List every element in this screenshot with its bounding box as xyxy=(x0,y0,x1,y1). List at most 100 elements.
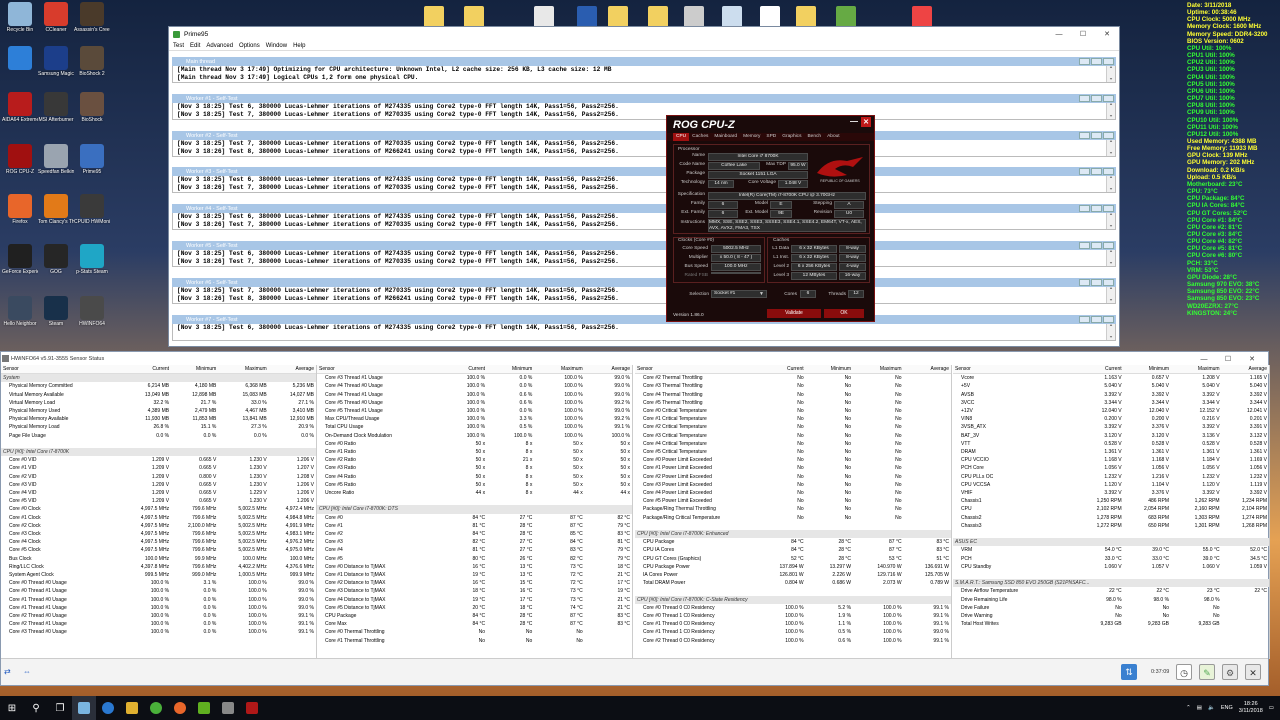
cpuz-taskbar-icon[interactable] xyxy=(240,696,264,720)
sensor-row[interactable]: Core #4 Clock 4,997.5 MHz 799.6 MHz 5,002.5… xyxy=(1,538,316,546)
sensor-row[interactable]: Vcore 1.163 V 0.657 V 1.208 V 1.165 V xyxy=(953,374,1269,383)
prime95-thread-window[interactable]: Worker #4 - Self-Test [Nov 3 18:25] Test … xyxy=(172,204,1116,230)
camera-icon[interactable] xyxy=(684,6,704,28)
sensor-row[interactable]: Core #2 Thermal Throttling No No No xyxy=(635,374,951,383)
sensor-row[interactable]: Core #0 Distance to TjMAX 16 °C 13 °C 73 °C… xyxy=(317,563,632,571)
sensor-row[interactable]: Package/Ring Critical Temperature No No No xyxy=(635,514,951,522)
sensor-row[interactable]: Ring/LLC Clock 4,397.8 MHz 799.6 MHz 4,402.… xyxy=(1,563,316,571)
sensor-row[interactable]: Core #4 Power Limit Exceeded No No No xyxy=(635,489,951,497)
sensor-row[interactable]: Core #0 Clock 4,997.5 MHz 799.6 MHz 5,002.5… xyxy=(1,505,316,513)
prime95-taskbar-icon[interactable] xyxy=(72,696,96,720)
scroll-up-icon[interactable]: ⌃ xyxy=(1109,66,1112,74)
menu-item[interactable]: Window xyxy=(266,43,287,49)
column-header[interactable]: Average xyxy=(1221,365,1269,375)
thread-titlebar[interactable]: Worker #7 - Self-Test xyxy=(172,315,1116,324)
scroll-down-icon[interactable]: ⌄ xyxy=(1109,112,1112,120)
close-button[interactable] xyxy=(1103,205,1114,212)
minimize-button[interactable] xyxy=(1079,132,1090,139)
settings-icon[interactable]: ⚙ xyxy=(1222,664,1238,680)
sensor-row[interactable]: CPU Package Power 137.894 W 13.297 W 140.97… xyxy=(635,563,951,571)
desktop-icon[interactable]: BioShock xyxy=(74,92,110,123)
sensor-row[interactable]: Core #3 Ratio 50 x 8 x 50 x 50 x xyxy=(317,464,632,472)
sensor-group-header[interactable]: CPU [#0]: Intel Core i7-8700K xyxy=(1,448,316,457)
desktop-icon[interactable]: Hello Neighbor xyxy=(2,296,38,327)
scroll-up-icon[interactable]: ⌃ xyxy=(1109,250,1112,258)
sensor-row[interactable]: Core #3 Thread #0 Usage 100.0 % 0.0 % 100.0… xyxy=(1,628,316,636)
sensor-row[interactable]: Core #2 Thread #0 Usage 100.0 % 0.0 % 100.0… xyxy=(1,612,316,620)
column-header[interactable]: Current xyxy=(120,365,172,375)
sensor-row[interactable]: Drive Warning No No No xyxy=(953,612,1269,620)
sensor-row[interactable]: Physical Memory Available 11,930 MB 11,853… xyxy=(1,415,316,423)
sensor-row[interactable] xyxy=(635,587,951,595)
sensor-row[interactable]: Core #0 Thread #0 Usage 100.0 % 3.1 % 100.0… xyxy=(1,579,316,587)
sensor-row[interactable]: Drive Airflow Temperature 22 °C 22 °C 23 °C… xyxy=(953,587,1269,595)
folder-icon[interactable] xyxy=(796,6,816,28)
sensor-row[interactable]: Core #4 81 °C 27 °C 83 °C 79 °C xyxy=(317,546,632,554)
desktop-icon[interactable]: CPUID HWMonitor xyxy=(74,194,110,225)
validate-button[interactable]: Validate xyxy=(767,309,821,318)
sensor-group-header[interactable]: CPU [#0]: Intel Core i7-8700K: C-State R… xyxy=(635,595,951,604)
maximize-button[interactable] xyxy=(1091,95,1102,102)
column-header[interactable]: Minimum xyxy=(1123,365,1172,375)
sensor-row[interactable]: Core #0 Critical Temperature No No No xyxy=(635,407,951,415)
prime95-thread-window[interactable]: Main thread [Main thread Nov 3 17:49] Opt… xyxy=(172,57,1116,83)
sensor-row[interactable]: Core #0 Thread 0 C0 Residency 100.0 % 5.2 … xyxy=(635,604,951,612)
sensor-row[interactable]: Core #3 Critical Temperature No No No xyxy=(635,432,951,440)
sensor-row[interactable]: CPU Standby 1.060 V 1.057 V 1.060 V 1.059 V xyxy=(953,563,1269,571)
sensor-row[interactable]: 3VCC 3.344 V 3.344 V 3.344 V 3.344 V xyxy=(953,399,1269,407)
sensor-row[interactable]: Core #0 Ratio 50 x 8 x 50 x 50 x xyxy=(317,440,632,448)
sensor-row[interactable]: Core #0 VID 1.209 V 0.665 V 1.230 V 1.206 V xyxy=(1,456,316,464)
close-button[interactable]: ✕ xyxy=(861,117,871,127)
sensor-row[interactable]: Total Host Writes 9,283 GB 9,283 GB 9,283 G… xyxy=(953,620,1269,628)
sensor-row[interactable]: VRM 54.0 °C 39.0 °C 55.0 °C 52.0 °C xyxy=(953,546,1269,554)
scrollbar[interactable]: ⌃ ⌄ xyxy=(1106,287,1115,303)
desktop-icon[interactable]: MSI Afterburner xyxy=(38,92,74,123)
sensor-row[interactable]: Core #1 Thread 0 C0 Residency 100.0 % 1.1 … xyxy=(635,620,951,628)
desktop-icon[interactable]: ROG CPU-Z xyxy=(2,144,38,175)
sensor-row[interactable]: Core #2 Ratio 50 x 21 x 50 x 50 x xyxy=(317,456,632,464)
sensor-row[interactable]: VHIF 3.392 V 3.376 V 3.392 V 3.392 V xyxy=(953,489,1269,497)
sensor-row[interactable]: Core #4 VID 1.209 V 0.665 V 1.229 V 1.206 V xyxy=(1,489,316,497)
close-button[interactable]: ✕ xyxy=(1240,352,1264,366)
minimize-button[interactable] xyxy=(1079,242,1090,249)
scrollbar[interactable]: ⌃ ⌄ xyxy=(1106,140,1115,156)
prime95-thread-window[interactable]: Worker #6 - Self-Test [Nov 3 18:25] Test … xyxy=(172,278,1116,304)
chevron-down-icon[interactable]: ▼ xyxy=(759,291,764,297)
sensor-row[interactable]: Core #4 Thermal Throttling No No No xyxy=(635,391,951,399)
menu-item[interactable]: Help xyxy=(293,43,305,49)
desktop-icon[interactable]: Assassin's Creed O. xyxy=(74,2,110,33)
column-header[interactable]: Maximum xyxy=(1171,365,1222,375)
scrollbar[interactable]: ⌃ ⌄ xyxy=(1106,213,1115,229)
sensor-row[interactable]: Core #3 Power Limit Exceeded No No No xyxy=(635,481,951,489)
sensor-row[interactable]: Core #2 Thread #1 Usage 100.0 % 0.0 % 100.0… xyxy=(1,620,316,628)
desktop-icon[interactable]: p-Stats Steam xyxy=(74,244,110,275)
sensor-row[interactable] xyxy=(953,571,1269,579)
thread-titlebar[interactable]: Worker #6 - Self-Test xyxy=(172,278,1116,287)
sensor-row[interactable]: Core #0 Thread #1 Usage 100.0 % 0.0 % 100.0… xyxy=(1,587,316,595)
minimize-button[interactable]: — xyxy=(1192,352,1216,366)
column-header[interactable]: Current xyxy=(1073,365,1124,375)
thread-titlebar[interactable]: Worker #2 - Self-Test xyxy=(172,131,1116,140)
desktop-icon[interactable]: Speedfan Belkin xyxy=(38,144,74,175)
search-icon[interactable]: ⚲ xyxy=(24,696,48,720)
notifications-icon[interactable]: ▭ xyxy=(1269,705,1274,711)
sensor-row[interactable]: AVSB 3.392 V 3.392 V 3.392 V 3.392 V xyxy=(953,391,1269,399)
scrollbar[interactable]: ⌃ ⌄ xyxy=(1106,103,1115,119)
folder-icon[interactable] xyxy=(424,6,444,28)
sensor-row[interactable]: Core #1 81 °C 28 °C 87 °C 79 °C xyxy=(317,522,632,530)
tab-memory[interactable]: Memory xyxy=(740,133,763,141)
scrollbar[interactable]: ⌃ ⌄ xyxy=(1106,66,1115,82)
scroll-up-icon[interactable]: ⌃ xyxy=(1109,140,1112,148)
clock-icon[interactable] xyxy=(760,6,780,28)
desktop-icon[interactable]: GeForce Experience xyxy=(2,244,38,275)
sensor-row[interactable]: Core #3 Thermal Throttling No No No xyxy=(635,382,951,390)
scroll-down-icon[interactable]: ⌄ xyxy=(1109,75,1112,83)
image-icon[interactable] xyxy=(722,6,742,28)
nvidia-icon[interactable] xyxy=(192,696,216,720)
column-header[interactable]: Average xyxy=(584,365,632,375)
maximize-button[interactable] xyxy=(1091,316,1102,323)
explorer-icon[interactable] xyxy=(120,696,144,720)
tab-cpu[interactable]: CPU xyxy=(673,133,690,141)
minimize-button[interactable]: — xyxy=(1047,27,1071,41)
scroll-down-icon[interactable]: ⌄ xyxy=(1109,149,1112,157)
